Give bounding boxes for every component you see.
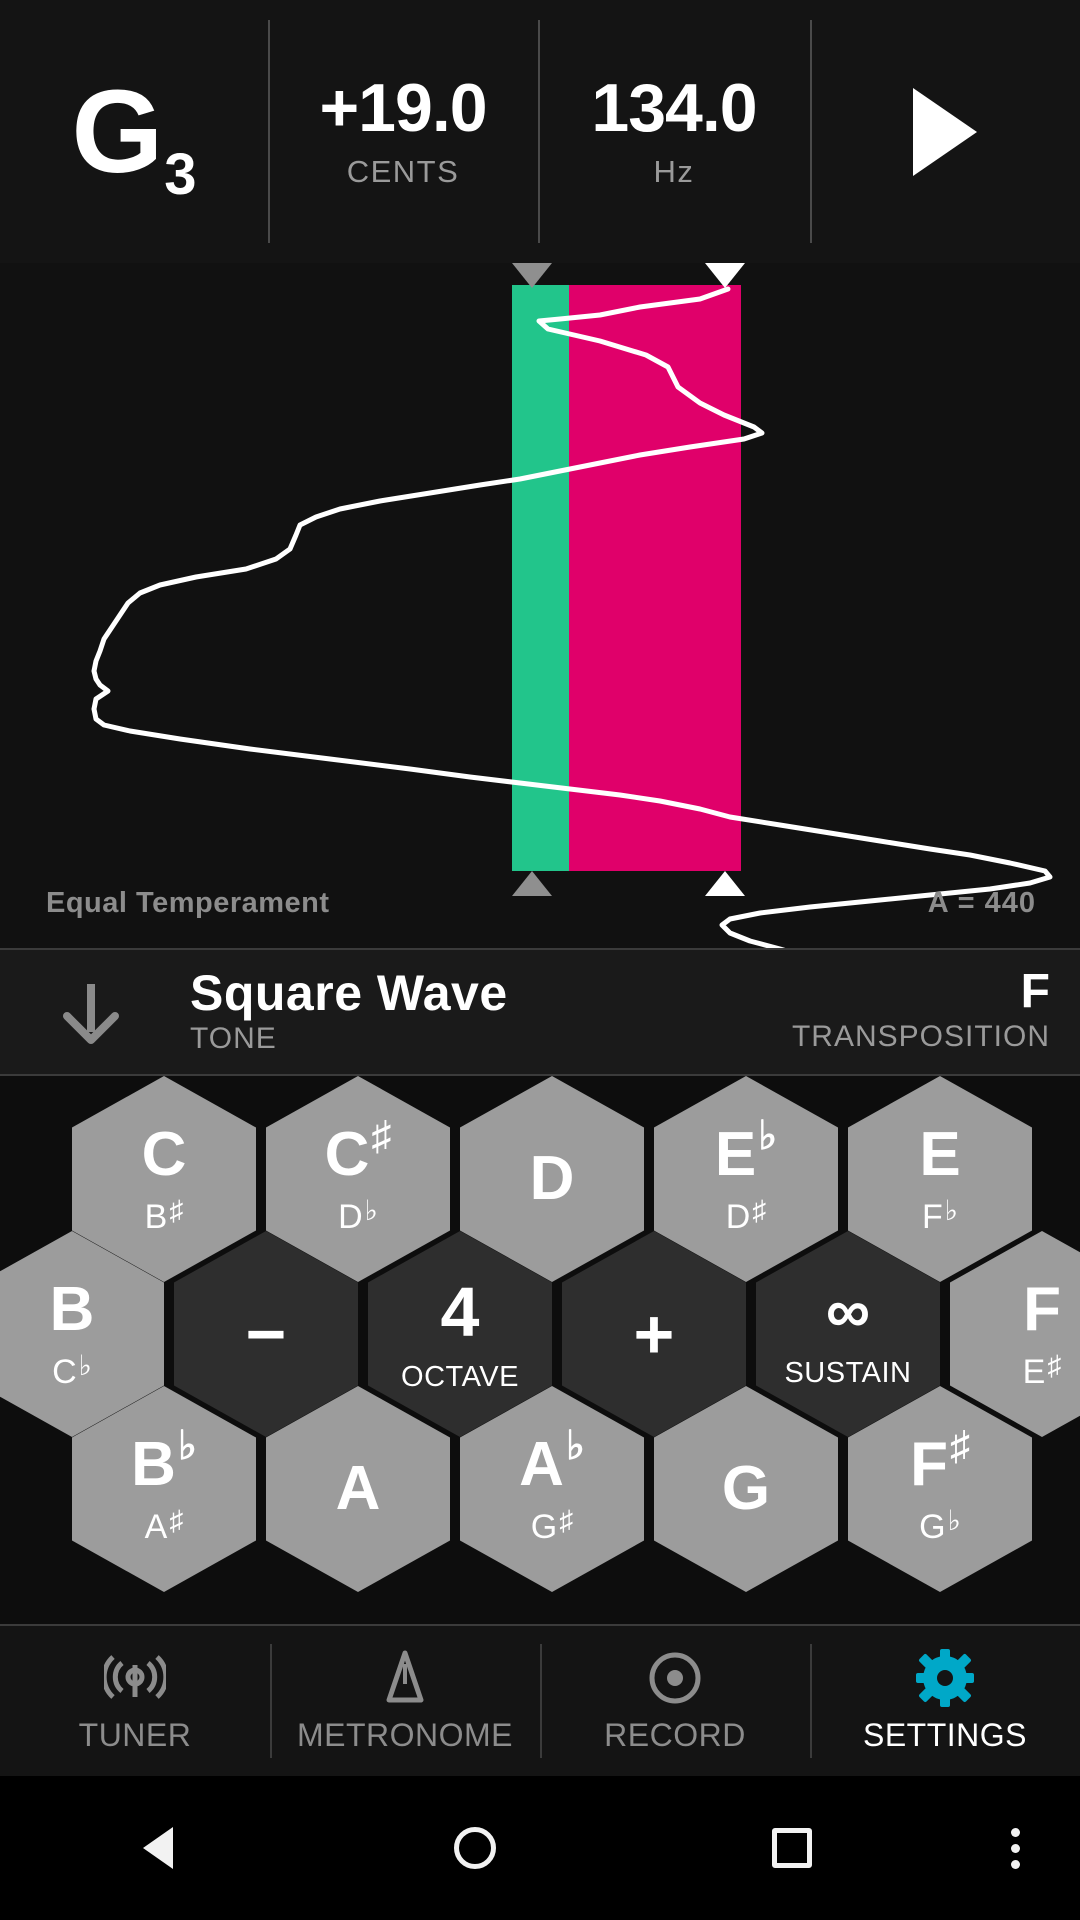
back-triangle-icon <box>143 1827 174 1869</box>
nav-item-record[interactable]: RECORD <box>540 1626 810 1776</box>
nav-item-settings[interactable]: SETTINGS <box>810 1626 1080 1776</box>
system-back-button[interactable] <box>0 1827 317 1869</box>
pitch-history-display[interactable]: Equal Temperament A = 440 <box>0 263 1080 948</box>
hex-key-glyph: 4 <box>440 1272 480 1351</box>
nav-label-tuner: TUNER <box>78 1716 192 1753</box>
detected-note: G 3 <box>71 65 196 204</box>
metronome-icon <box>378 1649 432 1707</box>
hex-key-note-name: F <box>1023 1275 1061 1344</box>
transposition-selector[interactable]: F TRANSPOSITION <box>792 966 1050 1054</box>
hex-key-note-name: A <box>335 1454 381 1523</box>
recents-square-icon <box>771 1828 812 1868</box>
system-overflow-button[interactable] <box>950 1827 1080 1869</box>
record-dot-icon <box>647 1649 703 1707</box>
hex-key-note-name: E <box>919 1120 961 1189</box>
hex-key-enharmonic-name: E ♯ <box>1022 1350 1062 1391</box>
hex-key-glyph: − <box>245 1295 287 1373</box>
temperament-label[interactable]: Equal Temperament <box>46 887 330 920</box>
overflow-dots-icon <box>1010 1827 1020 1869</box>
play-tone-button[interactable] <box>810 0 1080 263</box>
frequency-cell[interactable]: 134.0 Hz <box>538 0 810 263</box>
hex-key-enharmonic-name: B ♯ <box>144 1195 184 1236</box>
hex-key-note-name: A ♭ <box>519 1424 585 1499</box>
pitch-trace-chart <box>91 286 1053 948</box>
hex-key-function-label: OCTAVE <box>401 1360 519 1393</box>
hex-key-note-name: B ♭ <box>131 1424 197 1499</box>
tone-settings-bar: Square Wave TONE F TRANSPOSITION <box>0 948 1080 1076</box>
nav-label-record: RECORD <box>604 1716 746 1753</box>
hex-key-enharmonic-name: F ♭ <box>922 1195 958 1236</box>
system-recents-button[interactable] <box>633 1828 950 1868</box>
hex-key-enharmonic-name: G ♭ <box>919 1505 961 1546</box>
cents-value: +19.0 <box>319 69 487 146</box>
nav-label-metronome: METRONOME <box>296 1716 514 1753</box>
hex-key-note-name: C ♯ <box>324 1114 392 1189</box>
transposition-value: F <box>1020 965 1050 1018</box>
reference-pitch-label[interactable]: A = 440 <box>928 887 1036 920</box>
hex-key-glyph: ∞ <box>825 1276 871 1346</box>
note-letter: G <box>71 65 163 198</box>
bottom-navigation: TUNER METRONOME RECORD SETTINGS <box>0 1624 1080 1776</box>
tuner-signal-icon <box>104 1649 166 1707</box>
hex-key-note-name: C <box>141 1120 187 1189</box>
hex-key-note-name: F ♯ <box>910 1424 970 1499</box>
detected-note-cell[interactable]: G 3 <box>0 0 268 263</box>
gear-icon <box>916 1648 974 1707</box>
transposition-label: TRANSPOSITION <box>791 1019 1050 1053</box>
play-icon <box>913 87 977 176</box>
cents-cell[interactable]: +19.0 CENTS <box>268 0 538 263</box>
hex-key-enharmonic-name: D ♯ <box>725 1195 767 1236</box>
nav-item-tuner[interactable]: TUNER <box>0 1626 270 1776</box>
tone-selector[interactable]: Square Wave TONE <box>190 966 508 1056</box>
hex-key-glyph: + <box>633 1295 675 1373</box>
system-home-button[interactable] <box>317 1827 634 1869</box>
cents-label: CENTS <box>346 153 460 189</box>
hex-key-enharmonic-name: D ♭ <box>338 1195 378 1236</box>
hex-keyboard[interactable]: C B ♯ C ♯ D ♭ D E ♭ D ♯ E F ♭ B C ♭ − 4 OCTAVE + ∞ SUSTAIN F E ♯ B ♭… <box>0 1076 1080 1624</box>
tone-value: Square Wave <box>190 965 508 1021</box>
arrow-down-icon[interactable] <box>58 982 124 1044</box>
home-circle-icon <box>454 1827 496 1869</box>
frequency-label: Hz <box>653 153 695 189</box>
nav-label-settings: SETTINGS <box>862 1716 1027 1753</box>
hex-key-note-name: B <box>49 1275 95 1344</box>
hex-key-enharmonic-name: G ♯ <box>530 1505 574 1546</box>
hex-key-note-name: D <box>529 1144 575 1213</box>
tuner-app-screen: G 3 +19.0 CENTS 134.0 Hz Equal Temperame… <box>0 0 1080 1920</box>
tone-label: TONE <box>190 1022 277 1055</box>
nav-item-metronome[interactable]: METRONOME <box>270 1626 540 1776</box>
note-octave: 3 <box>164 141 197 207</box>
hex-key-enharmonic-name: C ♭ <box>52 1350 92 1391</box>
hex-key-function-label: SUSTAIN <box>784 1356 912 1389</box>
android-system-nav <box>0 1776 1080 1920</box>
hex-key-note-name: G <box>721 1454 771 1523</box>
frequency-value: 134.0 <box>591 69 757 146</box>
readout-header: G 3 +19.0 CENTS 134.0 Hz <box>0 0 1080 263</box>
hex-key-enharmonic-name: A ♯ <box>144 1505 184 1546</box>
hex-key-note-name: E ♭ <box>714 1114 778 1189</box>
